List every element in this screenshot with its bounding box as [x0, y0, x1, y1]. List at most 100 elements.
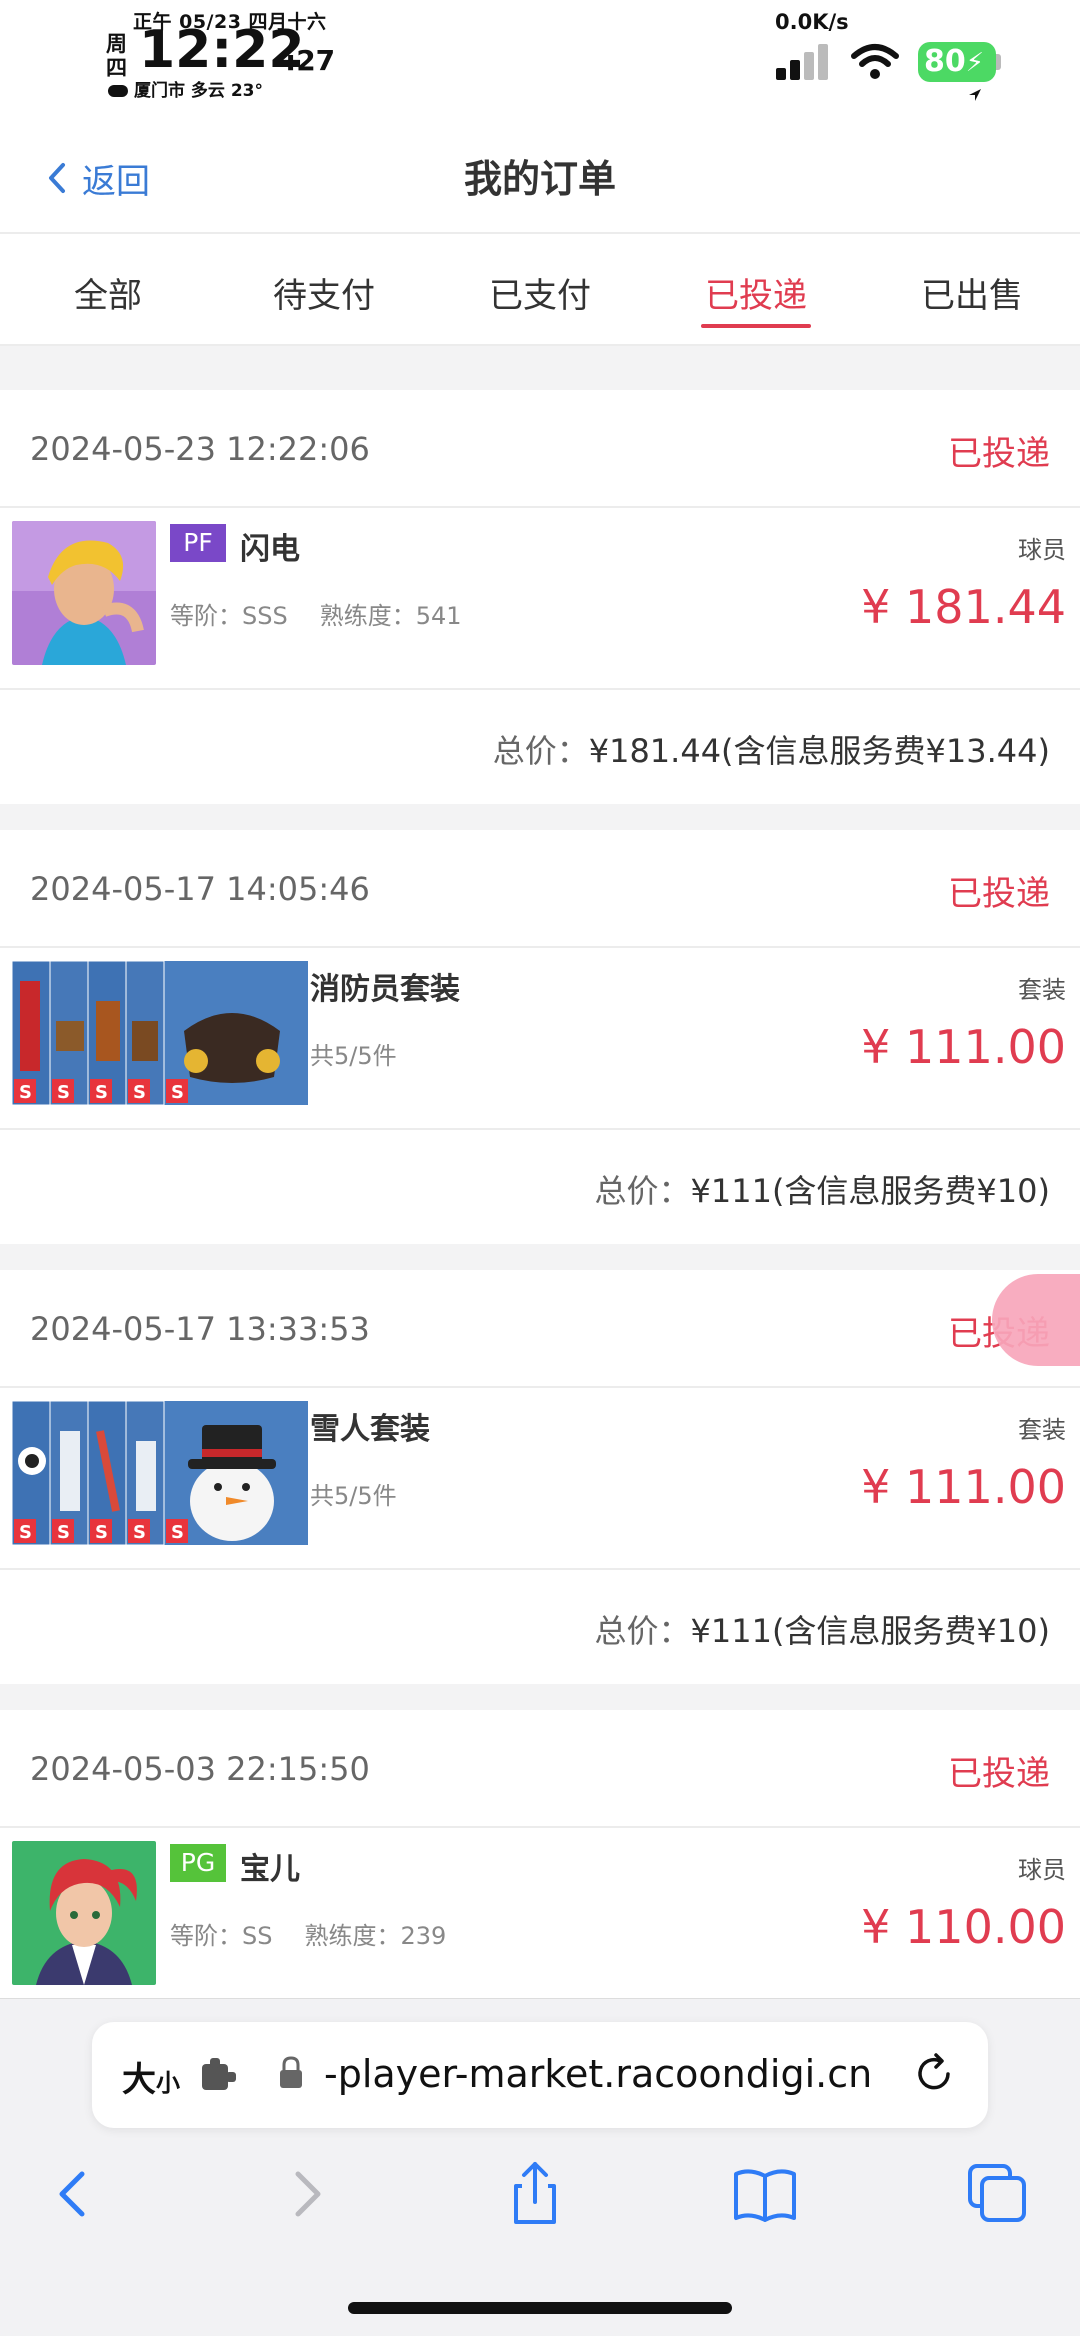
item-count: 共5/5件: [310, 1042, 397, 1070]
order-total: 总价：¥181.44(含信息服务费¥13.44): [0, 690, 1080, 804]
order-item[interactable]: PF 闪电 球员 等阶：SSS 熟练度：541 ¥ 181.44: [0, 508, 1080, 690]
order-card[interactable]: 2024-05-23 12:22:06 已投递 PF 闪电 球员 等阶：SSS 熟…: [0, 390, 1080, 804]
svg-text:S: S: [57, 1082, 70, 1103]
signal-icon: [776, 44, 828, 80]
item-price: ¥ 181.44: [861, 580, 1066, 634]
location-arrow-icon: [969, 89, 981, 101]
order-list: 2024-05-23 12:22:06 已投递 PF 闪电 球员 等阶：SSS 熟…: [0, 390, 1080, 2036]
weather: 厦门市 多云 23°: [108, 76, 263, 101]
clock-time: 12:22: [139, 20, 305, 80]
order-card[interactable]: 2024-05-17 14:05:46 已投递 S S S S S 消防员套装 …: [0, 830, 1080, 1244]
text-size-button[interactable]: 大小: [122, 2052, 180, 2101]
tab-sold[interactable]: 已出售: [864, 234, 1080, 344]
order-status: 已投递: [948, 434, 1050, 474]
url-text: -player-market.racoondigi.cn: [324, 2052, 873, 2096]
tab-delivered[interactable]: 已投递: [648, 234, 864, 344]
position-badge: PG: [170, 1844, 226, 1882]
text-size-small: 小: [156, 2069, 180, 2097]
battery-icon: 80⚡: [918, 42, 996, 82]
outfit-thumbnails: SSSSS: [12, 961, 308, 1105]
text-size-large: 大: [122, 2060, 156, 2100]
address-bar[interactable]: 大小 -player-market.racoondigi.cn: [92, 2022, 988, 2128]
extension-icon[interactable]: [200, 2056, 238, 2092]
item-type: 球员: [1018, 536, 1066, 564]
item-price: ¥ 110.00: [861, 1900, 1066, 1954]
item-price: ¥ 111.00: [861, 1020, 1066, 1074]
order-date: 2024-05-17 14:05:46: [30, 870, 370, 908]
battery-cap: [996, 54, 1001, 70]
total-value: ¥181.44(含信息服务费¥13.44): [588, 732, 1050, 770]
clock-seconds: :27: [285, 44, 336, 77]
item-grade: 等阶：SSS: [170, 602, 288, 630]
item-proficiency: 熟练度：239: [304, 1922, 447, 1950]
item-grade: 等阶：SS: [170, 1922, 273, 1950]
order-header: 2024-05-23 12:22:06 已投递: [0, 390, 1080, 508]
svg-text:S: S: [171, 1522, 184, 1543]
total-label: 总价：: [594, 1612, 691, 1650]
total-value: ¥111(含信息服务费¥10): [690, 1172, 1051, 1210]
order-status: 已投递: [948, 874, 1050, 914]
item-type: 套装: [1018, 1416, 1066, 1444]
order-header: 2024-05-17 14:05:46 已投递: [0, 830, 1080, 948]
weekday: 周四: [106, 32, 127, 80]
item-name: 雪人套装: [310, 1412, 430, 1447]
order-date: 2024-05-23 12:22:06: [30, 430, 370, 468]
svg-text:S: S: [171, 1082, 184, 1103]
weather-text: 厦门市 多云 23°: [134, 81, 263, 101]
reload-icon[interactable]: [912, 2052, 956, 2096]
item-price: ¥ 111.00: [861, 1460, 1066, 1514]
home-indicator[interactable]: [348, 2302, 732, 2314]
item-name: 宝儿: [240, 1852, 300, 1887]
item-name: 消防员套装: [310, 972, 460, 1007]
order-total: 总价：¥111(含信息服务费¥10): [0, 1130, 1080, 1244]
player-avatar: [12, 521, 156, 665]
order-item[interactable]: S S S S S 消防员套装 套装 共5/5件 ¥ 111.00: [0, 948, 1080, 1130]
order-card[interactable]: 2024-05-03 22:15:50 已投递 PG 宝儿 球员 等阶：SS 熟练…: [0, 1710, 1080, 2010]
item-meta: 等阶：SS 熟练度：239: [170, 1916, 446, 1951]
order-header: 2024-05-17 13:33:53 已投递: [0, 1270, 1080, 1388]
svg-text:S: S: [95, 1522, 108, 1543]
page-title: 我的订单: [463, 157, 616, 201]
lock-icon: [280, 2056, 302, 2088]
outfit-thumbnails: SSSSS: [12, 1401, 308, 1545]
browser-nav-row: [0, 2158, 1080, 2238]
order-card[interactable]: 2024-05-17 13:33:53 已投递: [0, 1270, 1080, 1684]
item-name: 闪电: [240, 532, 300, 567]
bookmarks-icon[interactable]: [730, 2158, 800, 2228]
tab-all[interactable]: 全部: [0, 234, 216, 344]
order-status-tabs: 全部 待支付 已支付 已投递 已出售: [0, 234, 1080, 346]
tab-paid[interactable]: 已支付: [432, 234, 648, 344]
order-item[interactable]: PG 宝儿 球员 等阶：SS 熟练度：239 ¥ 110.00: [0, 1828, 1080, 2010]
share-icon[interactable]: [500, 2158, 570, 2228]
svg-text:S: S: [133, 1082, 146, 1103]
total-value: ¥111(含信息服务费¥10): [690, 1612, 1051, 1650]
battery-level: 80: [924, 44, 966, 79]
order-header: 2024-05-03 22:15:50 已投递: [0, 1710, 1080, 1828]
item-meta: 等阶：SSS 熟练度：541: [170, 596, 462, 631]
item-count: 共5/5件: [310, 1482, 397, 1510]
floating-side-button[interactable]: [992, 1274, 1080, 1366]
position-badge: PF: [170, 524, 226, 562]
wifi-icon: [851, 44, 899, 79]
svg-text:S: S: [95, 1082, 108, 1103]
network-speed: 0.0K/s: [775, 10, 849, 34]
svg-text:S: S: [19, 1522, 32, 1543]
item-type: 球员: [1018, 1856, 1066, 1884]
order-item[interactable]: S S S S S 雪人套装 套装 共5/5件 ¥ 111.00: [0, 1388, 1080, 1570]
svg-text:S: S: [57, 1522, 70, 1543]
status-bar: 正午 05/23 四月十六 周四 12:22 :27 厦门市 多云 23° 0.…: [0, 0, 1080, 118]
total-label: 总价：: [594, 1172, 691, 1210]
forward-arrow-icon[interactable]: [272, 2158, 342, 2228]
charging-icon: ⚡: [965, 48, 985, 78]
order-date: 2024-05-17 13:33:53: [30, 1310, 370, 1348]
tab-pending-payment[interactable]: 待支付: [216, 234, 432, 344]
tabs-icon[interactable]: [962, 2158, 1032, 2228]
nav-header: 返回 我的订单: [0, 118, 1080, 234]
order-total: 总价：¥111(含信息服务费¥10): [0, 1570, 1080, 1684]
order-date: 2024-05-03 22:15:50: [30, 1750, 370, 1788]
item-type: 套装: [1018, 976, 1066, 1004]
back-arrow-icon[interactable]: [38, 2158, 108, 2228]
cloud-icon: [108, 85, 128, 97]
svg-text:S: S: [19, 1082, 32, 1103]
svg-text:S: S: [133, 1522, 146, 1543]
